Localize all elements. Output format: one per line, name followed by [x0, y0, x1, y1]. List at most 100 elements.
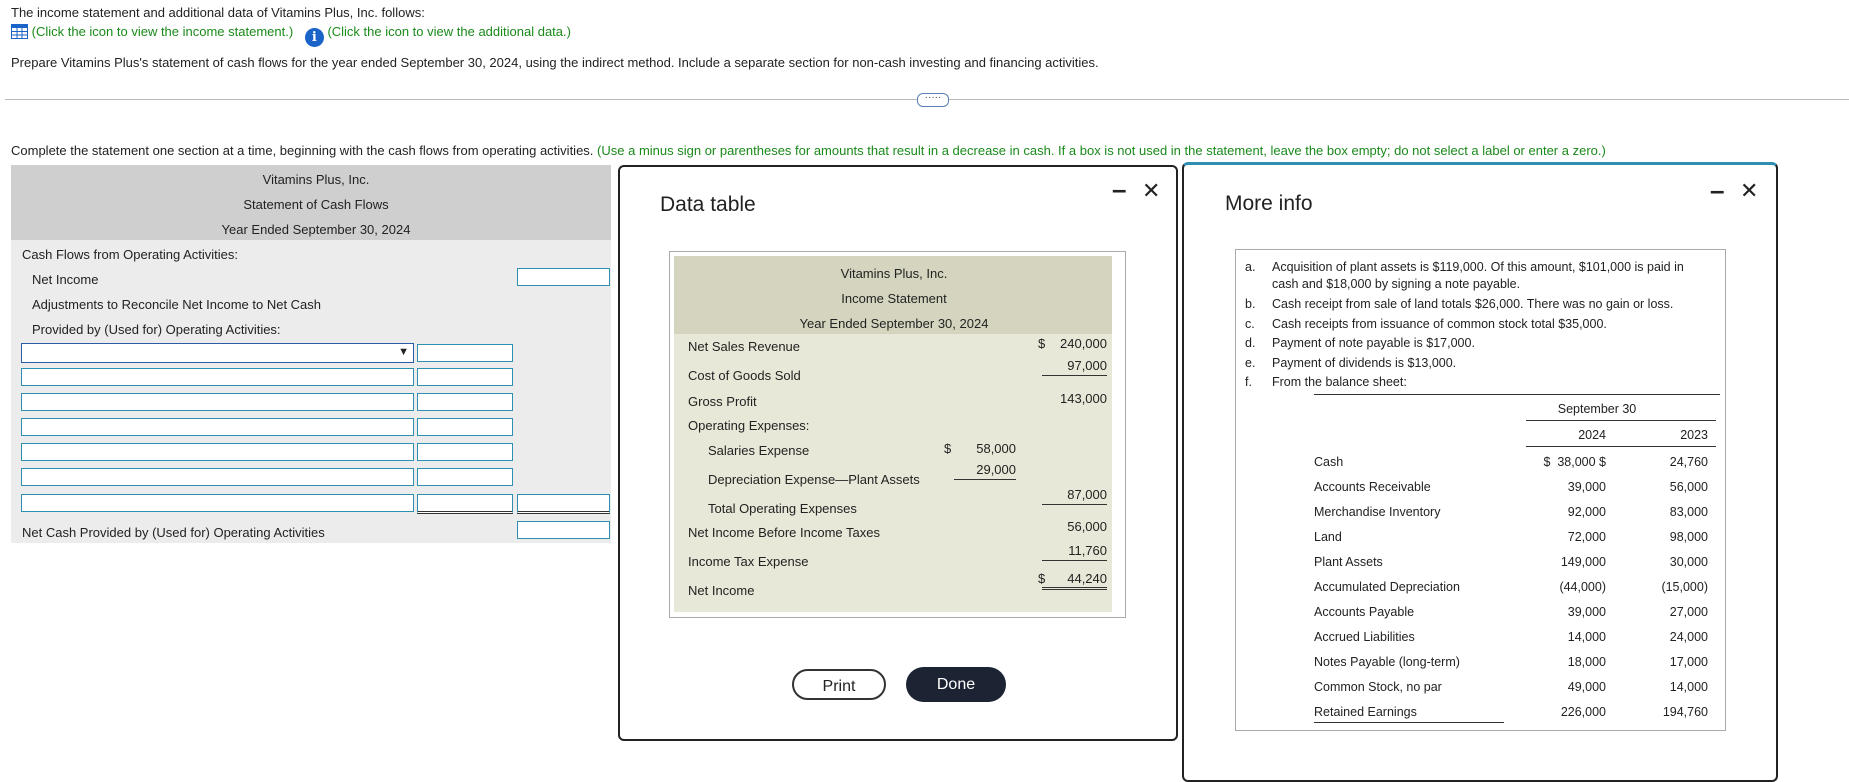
- bs-row-2023: 24,000: [1669, 630, 1708, 644]
- total-adjustments-input[interactable]: [517, 494, 610, 514]
- print-button[interactable]: Print: [792, 669, 886, 700]
- bs-row-label: Retained Earnings: [1314, 705, 1417, 719]
- section-operating: Cash Flows from Operating Activities:: [22, 247, 239, 262]
- bs-row-2023: 17,000: [1669, 655, 1708, 669]
- is-period: Year Ended September 30, 2024: [799, 316, 989, 331]
- statement-period: Year Ended September 30, 2024: [221, 222, 411, 237]
- question-prompt: Prepare Vitamins Plus's statement of cas…: [11, 55, 1099, 70]
- bs-row-label: Common Stock, no par: [1314, 680, 1442, 694]
- bs-year-rule: [1526, 446, 1716, 447]
- bs-row-2024: 18,000: [1567, 655, 1606, 669]
- is-net-sales-label: Net Sales Revenue: [688, 339, 801, 354]
- is-opex-label: Operating Expenses:: [688, 418, 810, 433]
- is-depreciation-value: 29,000: [954, 462, 1016, 480]
- info-key-b: b.: [1245, 297, 1256, 311]
- bs-row-2024: 14,000: [1567, 630, 1606, 644]
- bs-row-label: Plant Assets: [1314, 555, 1383, 569]
- net-income-label: Net Income: [32, 272, 99, 287]
- minimize-icon[interactable]: –: [1112, 176, 1126, 202]
- bs-row-2024: 149,000: [1560, 555, 1606, 569]
- adjustment-amount-5[interactable]: [417, 443, 513, 461]
- is-salaries-value: 58,000: [976, 441, 1016, 456]
- bs-row-2023: 27,000: [1669, 605, 1708, 619]
- minimize-icon[interactable]: –: [1710, 177, 1724, 203]
- bs-header-rule: [1526, 420, 1716, 421]
- bs-row-2024: (44,000): [1559, 580, 1606, 594]
- adjustment-label-4[interactable]: [21, 418, 414, 436]
- adjustments-label-2: Provided by (Used for) Operating Activit…: [32, 322, 281, 337]
- info-icon[interactable]: i: [304, 28, 324, 47]
- info-text-c: Cash receipts from issuance of common st…: [1272, 317, 1607, 331]
- is-total-opex-label: Total Operating Expenses: [708, 501, 857, 516]
- table-icon[interactable]: [11, 24, 28, 39]
- is-net-income-label: Net Income: [688, 583, 755, 598]
- bs-row-2023: 194,760: [1662, 705, 1708, 719]
- info-text-d: Payment of note payable is $17,000.: [1272, 336, 1475, 350]
- expand-button[interactable]: ·····: [917, 93, 949, 107]
- adjustment-amount-1[interactable]: [417, 344, 513, 362]
- bs-row-2023: 56,000: [1669, 480, 1708, 494]
- income-statement-link[interactable]: (Click the icon to view the income state…: [32, 24, 294, 39]
- bs-row-2024: $ 38,000 $: [1543, 455, 1606, 469]
- is-tax-label: Income Tax Expense: [688, 554, 809, 569]
- info-key-f: f.: [1245, 375, 1252, 389]
- is-company: Vitamins Plus, Inc.: [840, 266, 948, 281]
- is-cogs-label: Cost of Goods Sold: [688, 368, 801, 383]
- info-text-a1: Acquisition of plant assets is $119,000.…: [1272, 260, 1684, 274]
- adjustment-label-2[interactable]: [21, 368, 414, 386]
- is-tax-value: 11,760: [1042, 543, 1107, 561]
- question-links: (Click the icon to view the income state…: [11, 24, 571, 47]
- bs-row-label: Accrued Liabilities: [1314, 630, 1415, 644]
- bs-row-label: Accounts Payable: [1314, 605, 1415, 619]
- info-text-b: Cash receipt from sale of land totals $2…: [1272, 297, 1674, 311]
- more-info-box: a. Acquisition of plant assets is $119,0…: [1235, 249, 1726, 731]
- adjustment-amount-3[interactable]: [417, 393, 513, 411]
- info-key-d: d.: [1245, 336, 1256, 350]
- question-intro: The income statement and additional data…: [11, 5, 425, 20]
- bs-row-label: Accumulated Depreciation: [1314, 580, 1460, 594]
- adjustment-amount-7[interactable]: [417, 494, 513, 514]
- bs-row-label: Merchandise Inventory: [1314, 505, 1441, 519]
- additional-data-link[interactable]: (Click the icon to view the additional d…: [327, 24, 571, 39]
- net-cash-operating-label: Net Cash Provided by (Used for) Operatin…: [22, 525, 325, 540]
- adjustment-label-3[interactable]: [21, 393, 414, 411]
- is-gross-label: Gross Profit: [688, 394, 757, 409]
- bs-row-2023: 24,760: [1669, 455, 1708, 469]
- bs-header: September 30: [1557, 402, 1637, 416]
- info-key-a: a.: [1245, 260, 1256, 274]
- adjustment-select-1[interactable]: ▼: [21, 343, 414, 363]
- close-icon[interactable]: ✕: [1142, 180, 1160, 202]
- adjustment-label-7[interactable]: [21, 494, 414, 512]
- income-statement-table: Vitamins Plus, Inc. Income Statement Yea…: [669, 251, 1126, 618]
- adjustment-amount-4[interactable]: [417, 418, 513, 436]
- net-income-input[interactable]: [517, 268, 610, 286]
- info-text-e: Payment of dividends is $13,000.: [1272, 356, 1457, 370]
- info-text-a2: cash and $18,000 by signing a note payab…: [1272, 277, 1521, 291]
- bs-year-2023: 2023: [1680, 428, 1708, 442]
- bs-row-label: Accounts Receivable: [1314, 480, 1431, 494]
- bs-row-2024: 226,000: [1560, 705, 1606, 719]
- info-key-c: c.: [1245, 317, 1255, 331]
- is-gross-value: 143,000: [1060, 391, 1107, 406]
- is-salaries-dollar: $: [944, 441, 952, 456]
- net-cash-operating-input[interactable]: [517, 521, 610, 539]
- adjustment-amount-2[interactable]: [417, 368, 513, 386]
- more-info-title: More info: [1225, 192, 1313, 215]
- is-nibt-value: 56,000: [1067, 519, 1107, 534]
- adjustments-label-1: Adjustments to Reconcile Net Income to N…: [32, 297, 322, 312]
- close-icon[interactable]: ✕: [1740, 180, 1758, 202]
- is-salaries-label: Salaries Expense: [708, 443, 810, 458]
- bs-row-2024: 39,000: [1567, 605, 1606, 619]
- chevron-down-icon: ▼: [398, 346, 409, 358]
- done-button[interactable]: Done: [906, 667, 1006, 702]
- adjustment-label-6[interactable]: [21, 468, 414, 486]
- statement-title: Statement of Cash Flows: [243, 197, 389, 212]
- bs-row-label: Land: [1314, 530, 1342, 544]
- adjustment-label-5[interactable]: [21, 443, 414, 461]
- instruction: Complete the statement one section at a …: [11, 143, 1606, 158]
- adjustment-amount-6[interactable]: [417, 468, 513, 486]
- is-total-opex-value: 87,000: [1042, 487, 1107, 505]
- is-nibt-label: Net Income Before Income Taxes: [688, 525, 880, 540]
- bs-row-2023: 98,000: [1669, 530, 1708, 544]
- is-depreciation-label: Depreciation Expense—Plant Assets: [708, 472, 920, 487]
